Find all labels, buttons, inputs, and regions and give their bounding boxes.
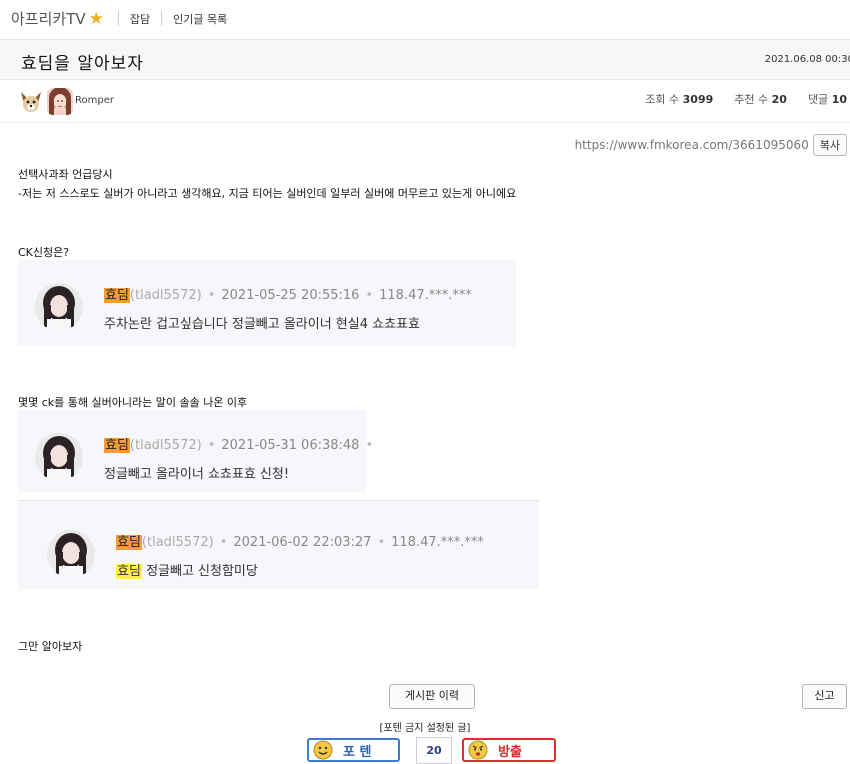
embedded-comment-card: 효딤(tladl5572) • 2021-05-31 06:38:48 • 정글빼고 … xyxy=(18,410,373,492)
board-title[interactable]: 아프리카TV xyxy=(11,8,86,29)
dog-avatar-icon[interactable] xyxy=(18,89,44,115)
views-label: 조회 수 xyxy=(645,93,680,106)
comment-ip: 118.47.***.*** xyxy=(379,288,472,303)
star-icon[interactable]: ★ xyxy=(89,9,104,29)
comment-meta: 효딤(tladl5572) • 2021-05-31 06:38:48 • xyxy=(104,438,374,453)
comment-meta: 효딤(tladl5572) • 2021-06-02 22:03:27 • 118.47… xyxy=(116,535,484,550)
commenter-id: (tladl5572) xyxy=(129,438,202,453)
views-count: 3099 xyxy=(682,93,714,106)
comment-datetime: 2021-05-31 06:38:48 xyxy=(221,438,360,453)
nav-link-popular[interactable]: 인기글 목록 xyxy=(173,11,227,27)
post-stats: 조회 수 3099 추천 수 20 댓글 10 xyxy=(645,91,847,107)
post-date: 2021.06.08 00:30 xyxy=(764,54,850,65)
downvote-button[interactable]: 방출 xyxy=(462,738,556,762)
body-text: 선택사과좌 언급당시 xyxy=(18,168,113,181)
commenter-id: (tladl5572) xyxy=(141,535,214,550)
commenter-nick[interactable]: 효딤 xyxy=(116,535,142,550)
user-avatar[interactable] xyxy=(47,88,73,115)
author-row: Romper 조회 수 3099 추천 수 20 댓글 10 xyxy=(0,81,850,123)
comment-meta: 효딤(tladl5572) • 2021-05-25 20:55:16 • 118.47… xyxy=(104,288,472,303)
commenter-nick[interactable]: 효딤 xyxy=(104,438,130,453)
comment-text-body: 정글빼고 신청함미당 xyxy=(146,564,258,579)
happy-face-icon xyxy=(313,740,333,760)
post-title: 효딤을 알아보자 xyxy=(21,54,144,74)
commenter-avatar xyxy=(35,283,83,331)
embedded-comment-card: 효딤(tladl5572) • 2021-05-25 20:55:16 • 118.47… xyxy=(18,260,516,346)
commenter-avatar xyxy=(35,433,83,481)
comment-text: 주차논란 겁고싶습니다 정글빼고 올라이너 현실4 쇼쵸표효 xyxy=(104,317,420,332)
comments-label: 댓글 xyxy=(807,93,829,106)
comments-count: 10 xyxy=(831,93,847,106)
upvote-button[interactable]: 포 텐 xyxy=(307,738,400,762)
vote-count: 20 xyxy=(416,737,452,764)
comment-text: 정글빼고 올라이너 쇼쵸표효 신청! xyxy=(104,467,290,482)
comment-datetime: 2021-06-02 22:03:27 xyxy=(233,535,372,550)
commenter-avatar xyxy=(47,530,95,578)
mention-highlight[interactable]: 효딤 xyxy=(116,564,142,579)
recommends-count: 20 xyxy=(771,93,787,106)
board-title-link[interactable]: 아프리카TV ★ xyxy=(11,8,104,29)
body-text: CK신청은? xyxy=(18,246,70,259)
top-nav: 아프리카TV ★ 잡담 인기글 목록 xyxy=(0,0,850,37)
author-name[interactable]: Romper xyxy=(75,95,114,106)
comment-ip: 118.47.***.*** xyxy=(391,535,484,550)
nav-divider xyxy=(161,11,163,26)
permalink-row: https://www.fmkorea.com/3661095060 복사 xyxy=(575,134,847,156)
board-history-button[interactable]: 게시판 이력 xyxy=(389,684,475,709)
comment-datetime: 2021-05-25 20:55:16 xyxy=(221,288,360,303)
upvote-label: 포 텐 xyxy=(343,744,372,760)
permalink-url[interactable]: https://www.fmkorea.com/3661095060 xyxy=(575,138,809,152)
body-text: 몇몇 ck를 통해 실버아니라는 말이 솔솔 나온 이후 xyxy=(18,396,248,409)
body-text: 그만 알아보자 xyxy=(18,640,83,653)
downvote-label: 방출 xyxy=(498,744,522,760)
commenter-id: (tladl5572) xyxy=(129,288,202,303)
nav-link-chat[interactable]: 잡담 xyxy=(130,11,150,27)
commenter-nick[interactable]: 효딤 xyxy=(104,288,130,303)
recommends-label: 추천 수 xyxy=(734,93,769,106)
nav-divider xyxy=(117,11,119,26)
body-text: -저는 저 스스로도 실버가 아니라고 생각해요, 지금 티어는 실버인데 일부… xyxy=(18,187,517,200)
copy-url-button[interactable]: 복사 xyxy=(812,134,847,156)
embedded-reply-card: 효딤(tladl5572) • 2021-06-02 22:03:27 • 118.47… xyxy=(18,500,539,589)
report-button[interactable]: 신고 xyxy=(802,684,847,709)
post-header: 효딤을 알아보자 2021.06.08 00:30 xyxy=(0,39,850,80)
comment-text: 효딤 정글빼고 신청함미당 xyxy=(116,560,258,579)
angry-face-icon xyxy=(468,740,488,760)
potent-ban-label: [포텐 금지 설정된 글] xyxy=(379,723,471,734)
